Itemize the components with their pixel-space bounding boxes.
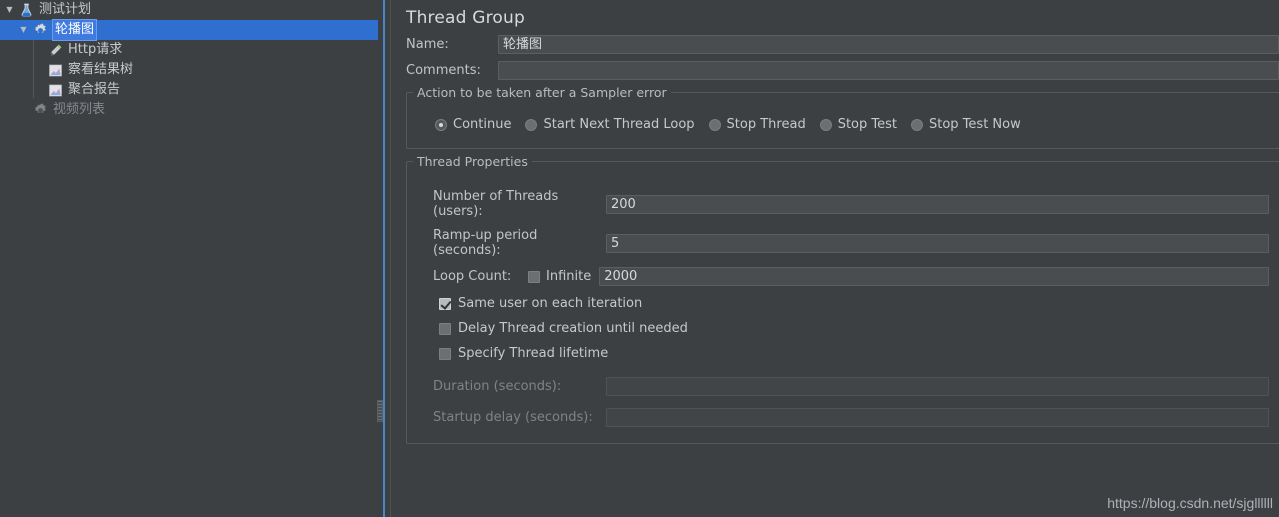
radio-stop-test[interactable]: Stop Test — [819, 117, 897, 132]
tree-item-label: Http请求 — [68, 42, 123, 57]
infinite-label: Infinite — [546, 269, 592, 284]
radio-label: Stop Test Now — [929, 117, 1021, 132]
radio-stop-test-now[interactable]: Stop Test Now — [911, 117, 1021, 132]
chart-icon — [46, 81, 64, 99]
radio-continue[interactable]: Continue — [435, 117, 511, 132]
test-plan-tree[interactable]: ▼ 测试计划 ▼ 轮播图 Http请求 察看结果树 聚合报告 视频列表 — [0, 0, 378, 517]
comments-input[interactable] — [498, 61, 1279, 80]
checkbox-indicator[interactable] — [439, 297, 451, 310]
tree-item-http-request[interactable]: Http请求 — [0, 40, 378, 60]
name-input[interactable] — [498, 35, 1279, 54]
radio-label: Start Next Thread Loop — [543, 117, 695, 132]
comments-row: Comments: — [406, 61, 1279, 80]
tree-item-label: 测试计划 — [39, 2, 92, 17]
tree-item-thread-group-lunbotu[interactable]: ▼ 轮播图 — [0, 19, 378, 41]
startup-delay-label: Startup delay (seconds): — [433, 410, 593, 425]
ramp-up-period-input[interactable] — [606, 233, 1269, 253]
watermark-text: https://blog.csdn.net/sjgllllll — [1107, 495, 1273, 511]
number-of-threads-row: Number of Threads (users): — [417, 189, 1269, 219]
radio-indicator[interactable] — [708, 118, 721, 131]
ramp-up-period-label: Ramp-up period (seconds): — [433, 228, 538, 258]
radio-label: Stop Thread — [726, 117, 806, 132]
flask-icon — [17, 1, 35, 19]
number-of-threads-label: Number of Threads (users): — [433, 189, 559, 219]
same-user-on-each-iteration-checkbox[interactable]: Same user on each iteration — [417, 296, 1269, 311]
startup-delay-row: Startup delay (seconds): — [417, 408, 1269, 427]
duration-label: Duration (seconds): — [433, 379, 562, 394]
specify-thread-lifetime-checkbox[interactable]: Specify Thread lifetime — [417, 346, 1269, 361]
checkbox-indicator[interactable] — [439, 322, 451, 335]
tree-item-label: 视频列表 — [53, 102, 106, 117]
name-row: Name: — [406, 35, 1279, 54]
chevron-down-icon[interactable]: ▼ — [2, 0, 17, 20]
tree-item-thread-group-shipinliebiao[interactable]: 视频列表 — [0, 100, 378, 120]
tree-item-label: 聚合报告 — [68, 82, 121, 97]
name-label: Name: — [406, 37, 449, 52]
radio-label: Stop Test — [837, 117, 897, 132]
tree-item-view-results-tree[interactable]: 察看结果树 — [0, 60, 378, 80]
loop-count-label: Loop Count: — [433, 269, 512, 284]
loop-count-input[interactable] — [599, 267, 1269, 286]
checkbox-label: Same user on each iteration — [458, 296, 643, 311]
delay-thread-creation-checkbox[interactable]: Delay Thread creation until needed — [417, 321, 1269, 336]
ramp-up-period-row: Ramp-up period (seconds): — [417, 228, 1269, 258]
thread-group-detail-panel: Thread Group Name: Comments: Action to b… — [390, 0, 1279, 517]
thread-properties-group: Thread Properties Number of Threads (use… — [406, 154, 1279, 444]
radio-stop-thread[interactable]: Stop Thread — [708, 117, 806, 132]
sampler-error-group: Action to be taken after a Sampler error… — [406, 85, 1279, 149]
checkbox-indicator[interactable] — [528, 270, 540, 283]
checkbox-label: Delay Thread creation until needed — [458, 321, 688, 336]
tree-item-aggregate-report[interactable]: 聚合报告 — [0, 80, 378, 100]
duration-row: Duration (seconds): — [417, 377, 1269, 396]
thread-properties-group-title: Thread Properties — [413, 154, 532, 169]
splitter-divider-line — [383, 0, 385, 517]
chart-icon — [46, 61, 64, 79]
radio-indicator[interactable] — [435, 118, 447, 131]
checkbox-indicator[interactable] — [439, 347, 451, 360]
infinite-checkbox[interactable]: Infinite — [528, 269, 591, 284]
radio-start-next-thread-loop[interactable]: Start Next Thread Loop — [525, 117, 695, 132]
tree-item-label: 察看结果树 — [68, 62, 134, 77]
pen-icon — [46, 41, 64, 59]
comments-label: Comments: — [406, 63, 481, 78]
sampler-error-radio-group: Continue Start Next Thread Loop Stop Thr… — [417, 103, 1269, 138]
radio-indicator[interactable] — [525, 118, 538, 131]
sampler-error-group-title: Action to be taken after a Sampler error — [413, 85, 671, 100]
loop-count-row: Loop Count: Infinite — [417, 267, 1269, 286]
radio-indicator[interactable] — [819, 118, 832, 131]
duration-input[interactable] — [606, 377, 1269, 396]
radio-indicator[interactable] — [911, 118, 923, 131]
tree-item-label: 轮播图 — [51, 19, 98, 41]
tree-item-test-plan[interactable]: ▼ 测试计划 — [0, 0, 378, 20]
number-of-threads-input[interactable] — [606, 194, 1269, 214]
page-title: Thread Group — [406, 8, 526, 28]
gear-icon — [31, 101, 49, 119]
radio-label: Continue — [453, 117, 512, 132]
splitter-grip-handle[interactable] — [377, 400, 383, 422]
startup-delay-input[interactable] — [606, 408, 1269, 427]
chevron-down-icon[interactable]: ▼ — [16, 20, 31, 40]
checkbox-label: Specify Thread lifetime — [458, 346, 609, 361]
gear-icon — [31, 21, 49, 39]
